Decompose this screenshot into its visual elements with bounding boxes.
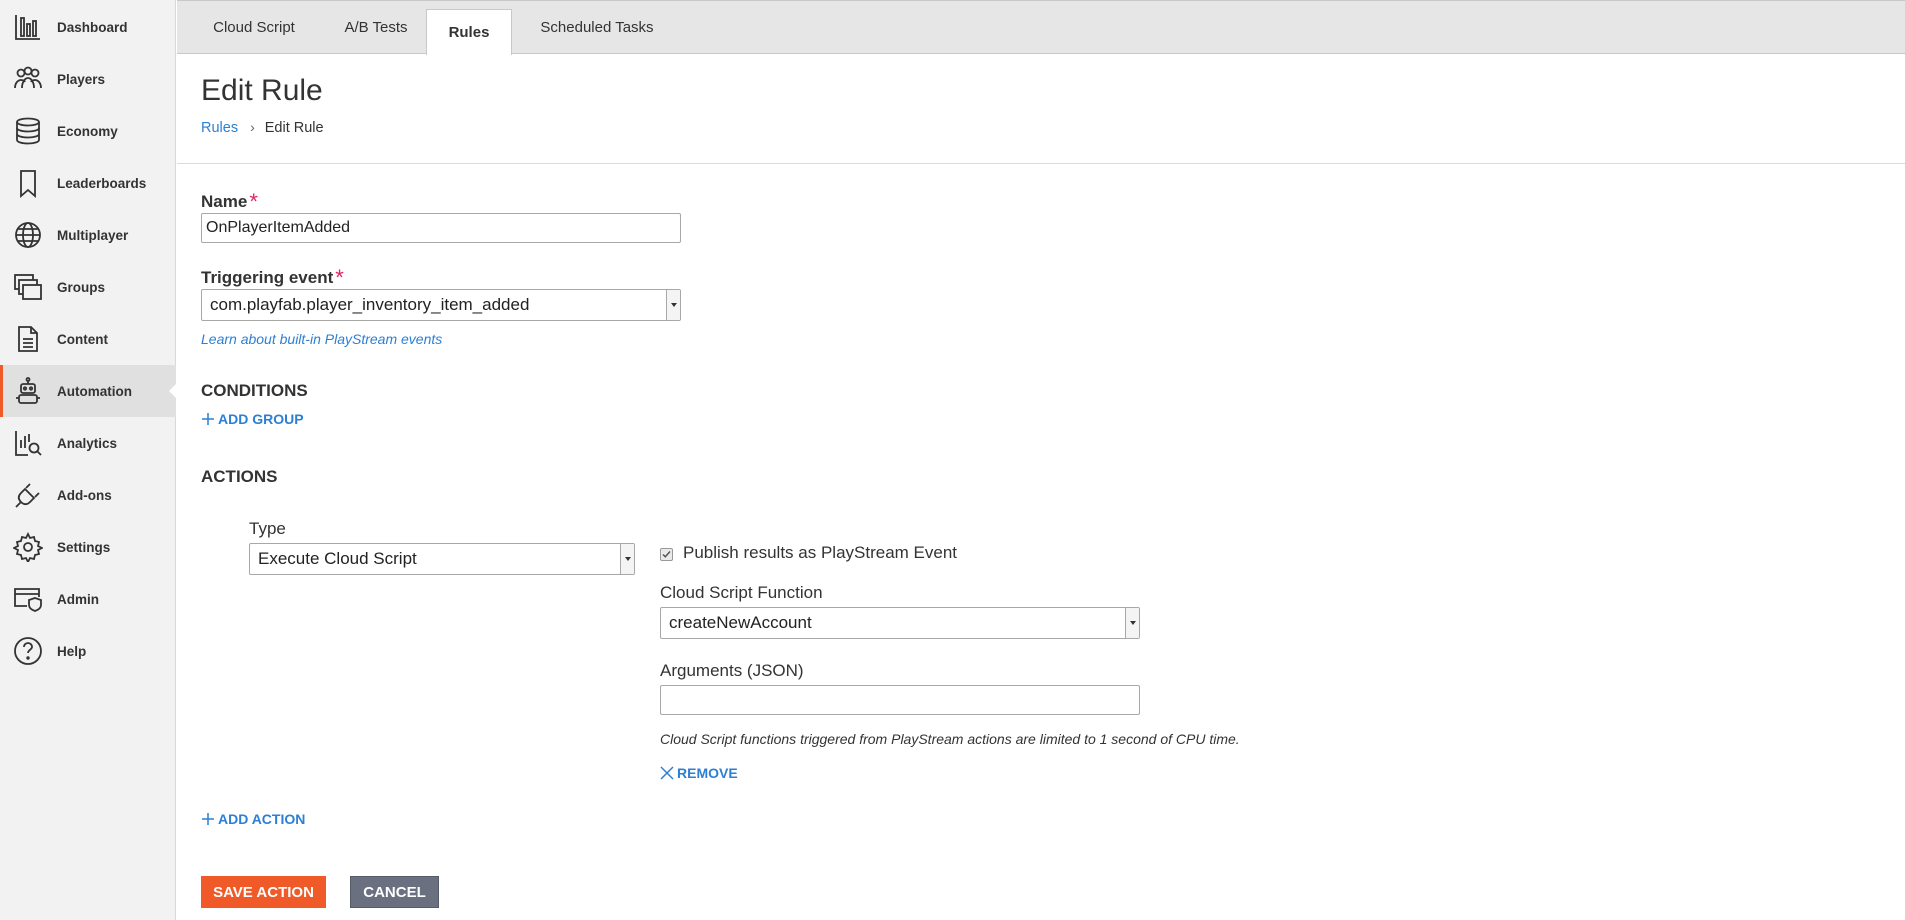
sidebar: Dashboard Players Economy Leaderboards M… — [0, 0, 177, 920]
plus-icon — [202, 413, 214, 425]
sidebar-item-label: Groups — [57, 279, 106, 295]
publish-results-checkbox[interactable] — [660, 548, 673, 561]
divider — [177, 163, 1905, 164]
sidebar-item-analytics[interactable]: Analytics — [0, 417, 176, 469]
add-group-label: ADD GROUP — [218, 411, 304, 427]
shield-window-icon — [13, 584, 43, 614]
close-icon — [660, 766, 674, 780]
sidebar-item-leaderboards[interactable]: Leaderboards — [0, 157, 176, 209]
triggering-event-value: com.playfab.player_inventory_item_added — [210, 295, 530, 314]
dropdown-caret-icon — [1125, 608, 1139, 638]
tab-rules[interactable]: Rules — [426, 9, 512, 55]
sidebar-item-dashboard[interactable]: Dashboard — [0, 1, 176, 53]
sidebar-item-label: Dashboard — [57, 19, 128, 35]
breadcrumb: Rules › Edit Rule — [201, 119, 324, 136]
dropdown-caret-icon — [666, 290, 680, 320]
actions-heading: ACTIONS — [201, 467, 278, 486]
coins-stack-icon — [13, 116, 43, 146]
page-title: Edit Rule — [201, 74, 323, 107]
sidebar-item-admin[interactable]: Admin — [0, 573, 176, 625]
required-asterisk: * — [335, 265, 344, 290]
cpu-limit-note: Cloud Script functions triggered from Pl… — [660, 731, 1240, 747]
tab-bar: Cloud Script A/B Tests Rules Scheduled T… — [177, 0, 1905, 55]
checkmark-icon — [662, 551, 671, 558]
sidebar-item-add-ons[interactable]: Add-ons — [0, 469, 176, 521]
sidebar-item-label: Multiplayer — [57, 227, 129, 243]
action-type-select[interactable]: Execute Cloud Script — [249, 543, 635, 575]
learn-playstream-events-link[interactable]: Learn about built-in PlayStream events — [201, 331, 442, 347]
breadcrumb-rules-link[interactable]: Rules — [201, 120, 238, 136]
sidebar-item-label: Add-ons — [57, 487, 112, 503]
plus-icon — [202, 813, 214, 825]
stacked-windows-icon — [13, 272, 43, 302]
type-label: Type — [249, 519, 286, 538]
sidebar-item-label: Automation — [57, 383, 132, 399]
globe-icon — [13, 220, 43, 250]
analytics-search-icon — [13, 428, 43, 458]
question-circle-icon — [13, 636, 43, 666]
name-label: Name* — [201, 189, 258, 214]
cloud-script-function-value: createNewAccount — [669, 613, 812, 632]
sidebar-item-automation[interactable]: Automation — [0, 365, 177, 417]
sidebar-item-economy[interactable]: Economy — [0, 105, 176, 157]
bookmark-icon — [13, 168, 43, 198]
tab-ab-tests[interactable]: A/B Tests — [321, 1, 431, 54]
sidebar-item-label: Economy — [57, 123, 118, 139]
sidebar-item-content[interactable]: Content — [0, 313, 176, 365]
sidebar-item-label: Settings — [57, 539, 111, 555]
triggering-event-select[interactable]: com.playfab.player_inventory_item_added — [201, 289, 681, 321]
action-type-value: Execute Cloud Script — [258, 549, 417, 568]
save-action-button[interactable]: SAVE ACTION — [201, 876, 326, 908]
sidebar-item-label: Leaderboards — [57, 175, 147, 191]
publish-results-label: Publish results as PlayStream Event — [683, 543, 958, 562]
arguments-input[interactable] — [660, 685, 1140, 715]
sidebar-item-players[interactable]: Players — [0, 53, 176, 105]
conditions-heading: CONDITIONS — [201, 381, 308, 400]
cloud-script-function-label: Cloud Script Function — [660, 583, 823, 602]
sidebar-item-help[interactable]: Help — [0, 625, 176, 677]
document-icon — [13, 324, 43, 354]
add-action-label: ADD ACTION — [218, 811, 306, 827]
required-asterisk: * — [249, 189, 258, 214]
tab-cloud-script[interactable]: Cloud Script — [191, 1, 317, 54]
robot-icon — [13, 376, 43, 406]
sidebar-item-label: Content — [57, 331, 108, 347]
tab-scheduled-tasks[interactable]: Scheduled Tasks — [517, 1, 677, 54]
sidebar-item-settings[interactable]: Settings — [0, 521, 176, 573]
cloud-script-function-select[interactable]: createNewAccount — [660, 607, 1140, 639]
arguments-label: Arguments (JSON) — [660, 661, 804, 680]
remove-action-button[interactable]: REMOVE — [660, 765, 738, 781]
sidebar-item-multiplayer[interactable]: Multiplayer — [0, 209, 176, 261]
plug-icon — [13, 480, 43, 510]
add-group-button[interactable]: ADD GROUP — [201, 411, 304, 427]
dropdown-caret-icon — [620, 544, 634, 574]
name-input[interactable] — [201, 213, 681, 243]
add-action-button[interactable]: ADD ACTION — [201, 811, 305, 827]
gear-icon — [11, 531, 45, 565]
cancel-button[interactable]: CANCEL — [350, 876, 439, 908]
sidebar-item-label: Admin — [57, 591, 99, 607]
sidebar-item-label: Players — [57, 71, 106, 87]
sidebar-item-label: Analytics — [57, 435, 118, 451]
bar-chart-icon — [13, 12, 43, 42]
sidebar-item-groups[interactable]: Groups — [0, 261, 176, 313]
sidebar-item-label: Help — [57, 643, 87, 659]
chevron-right-icon: › — [250, 119, 255, 135]
remove-label: REMOVE — [677, 765, 738, 781]
triggering-event-label: Triggering event* — [201, 265, 344, 290]
players-icon — [13, 64, 43, 94]
breadcrumb-current: Edit Rule — [264, 120, 324, 136]
